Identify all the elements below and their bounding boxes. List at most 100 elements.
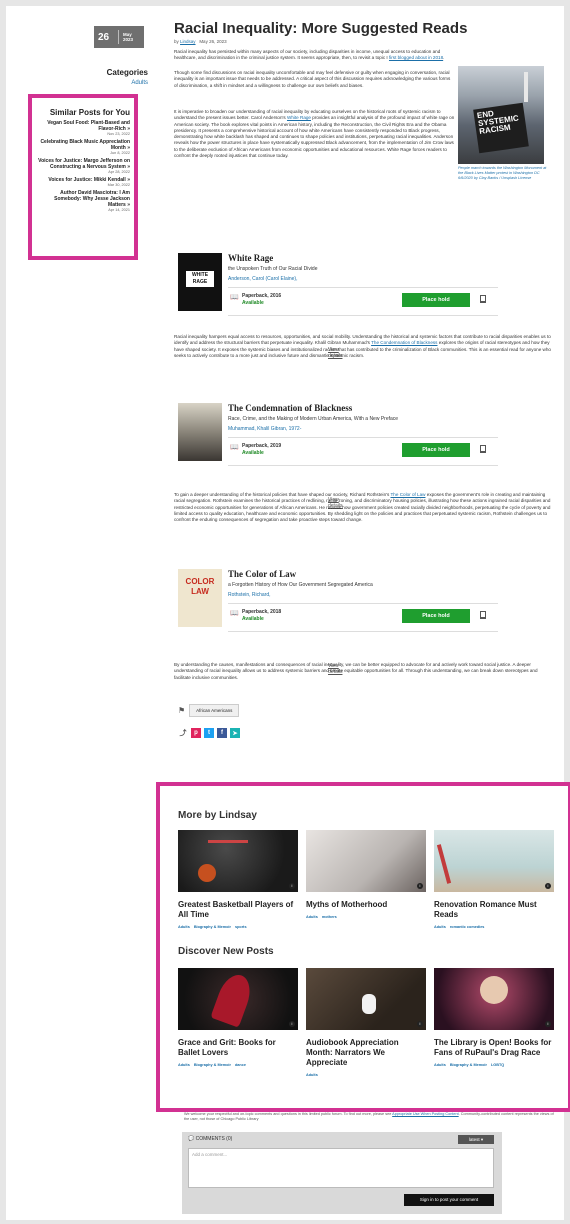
post-card-title: Grace and Grit: Books for Ballet Lovers [178, 1038, 276, 1057]
book-subtitle: Race, Crime, and the Making of Modern Ur… [228, 416, 399, 422]
tag-link[interactable]: Adults [434, 925, 446, 929]
post-title: Racial Inequality: More Suggested Reads [174, 20, 468, 37]
tag-link[interactable]: Adults [306, 1073, 318, 1077]
tag-link[interactable]: sports [235, 925, 247, 929]
post-card[interactable]: i Audiobook Appreciation Month: Narrator… [306, 968, 426, 1077]
pinterest-icon[interactable]: p [191, 728, 201, 738]
cover-title: WHITE RAGE [186, 271, 214, 287]
tag-link[interactable]: Biography & Memoir [450, 1063, 487, 1067]
tag-link[interactable]: romantic comedies [450, 925, 485, 929]
tag-link[interactable]: Adults [434, 1063, 446, 1067]
tag-link[interactable]: LGBTQ [491, 1063, 504, 1067]
discover-heading: Discover New Posts [178, 946, 274, 957]
post-card[interactable]: i Myths of Motherhood Adults mothers [306, 830, 426, 919]
sign-in-button[interactable]: Sign in to post your comment [404, 1194, 494, 1206]
post-card[interactable]: i Renovation Romance Must Reads Adults ro… [434, 830, 554, 929]
dancer-shape [210, 970, 256, 1028]
book-card-color-of-law: COLOR LAW The Color of Law a Forgotten H… [178, 569, 506, 675]
twitter-icon[interactable]: t [204, 728, 214, 738]
tag-link[interactable]: Adults [178, 925, 190, 929]
place-hold-button[interactable]: Place hold [402, 443, 470, 457]
similar-post[interactable]: Voices for Justice: Mikki Kendall » Mar 3… [36, 177, 130, 187]
book-cover[interactable] [178, 403, 222, 461]
post-card-title: Greatest Basketball Players of All Time [178, 900, 294, 919]
first-blogged-link[interactable]: first blogged about in 2018 [389, 55, 443, 60]
bookmark-icon[interactable] [480, 611, 486, 619]
info-icon[interactable]: i [545, 1021, 551, 1027]
tag-african-americans[interactable]: African Americans [189, 704, 240, 717]
place-hold-button[interactable]: Place hold [402, 293, 470, 307]
sort-dropdown[interactable]: latest ▾ [458, 1135, 494, 1144]
hoop-shape [208, 840, 248, 843]
info-icon[interactable]: i [417, 883, 423, 889]
book-format: Paperback, 2018 [242, 609, 282, 615]
share-icon[interactable]: ⤴ [178, 728, 188, 738]
comments-count: 💬 COMMENTS (0) [188, 1136, 233, 1142]
tag-link[interactable]: dance [235, 1063, 246, 1067]
tag-link[interactable]: Adults [306, 915, 318, 919]
facebook-icon[interactable]: f [217, 728, 227, 738]
telegram-icon[interactable]: ➤ [230, 728, 240, 738]
category-link-adults[interactable]: Adults [131, 80, 148, 86]
info-icon[interactable]: i [289, 1021, 295, 1027]
photo-caption[interactable]: People march towards the Washington Monu… [458, 166, 548, 181]
book-icon: 📖 [230, 610, 239, 617]
paragraph-6: By understanding the causes, manifestati… [174, 662, 538, 680]
book-title[interactable]: The Color of Law [228, 569, 296, 579]
similar-post[interactable]: Voices for Justice: Margo Jefferson on C… [36, 158, 130, 174]
similar-posts-heading: Similar Posts for You [49, 108, 130, 117]
tag-link[interactable]: Biography & Memoir [194, 1063, 231, 1067]
performer-shape [480, 976, 508, 1004]
divider [228, 437, 498, 438]
info-icon[interactable]: i [417, 1021, 423, 1027]
monument-shape [524, 72, 528, 102]
more-by-heading: More by Lindsay [178, 810, 257, 821]
info-icon[interactable]: i [545, 883, 551, 889]
similar-post-date: Nov 23, 2022 [107, 132, 130, 136]
book-format: Paperback, 2016 [242, 293, 282, 299]
paragraph-2: Though some find discussions on racial i… [174, 70, 451, 88]
book-author[interactable]: Anderson, Carol (Carol Elaine), [228, 276, 297, 282]
categories-heading: Categories [106, 68, 148, 77]
info-icon[interactable]: i [289, 883, 295, 889]
byline: by Lindsay May 26, 2023 [174, 39, 227, 44]
book-format: Paperback, 2019 [242, 443, 282, 449]
book-author[interactable]: Rothstein, Richard, [228, 592, 271, 598]
book-cover[interactable]: WHITE RAGE [178, 253, 222, 311]
similar-post[interactable]: Celebrating Black Music Appreciation Mon… [36, 139, 130, 155]
availability-status: Available [242, 300, 264, 306]
post-card[interactable]: i Grace and Grit: Books for Ballet Lover… [178, 968, 298, 1067]
post-card[interactable]: i Greatest Basketball Players of All Tim… [178, 830, 298, 929]
bookmark-icon[interactable] [480, 295, 486, 303]
bookmark-icon[interactable] [480, 445, 486, 453]
post-image-motherhood: i [306, 830, 426, 892]
book-author[interactable]: Muhammad, Khalil Gibran, 1972- [228, 426, 301, 432]
post-image-basketball: i [178, 830, 298, 892]
tag-icon: ⚑ [178, 706, 186, 715]
book-icon: 📖 [230, 444, 239, 451]
book-cover[interactable]: COLOR LAW [178, 569, 222, 627]
post-image-audiobook: i [306, 968, 426, 1030]
place-hold-button[interactable]: Place hold [402, 609, 470, 623]
book-title[interactable]: White Rage [228, 253, 273, 263]
comments-note: We welcome your respectful and on-topic … [184, 1112, 554, 1121]
related-posts-panel: More by Lindsay i Greatest Basketball Pl… [156, 782, 570, 1112]
tag-link[interactable]: Biography & Memoir [194, 925, 231, 929]
tags-row: ⚑ African Americans [178, 704, 240, 717]
tag-link[interactable]: mothers [322, 915, 337, 919]
divider [228, 465, 498, 466]
comment-input[interactable]: Add a comment... [188, 1148, 494, 1188]
tag-link[interactable]: Adults [178, 1063, 190, 1067]
cover-title: COLOR LAW [185, 577, 215, 596]
white-rage-link[interactable]: White Rage [287, 115, 311, 120]
similar-post[interactable]: Author David Masciotra: I Am Somebody: W… [36, 190, 130, 212]
appropriate-use-link[interactable]: Appropriate Use When Posting Content [392, 1112, 458, 1116]
post-image-renovation: i [434, 830, 554, 892]
post-card[interactable]: i The Library is Open! Books for Fans of… [434, 968, 554, 1067]
book-title[interactable]: The Condemnation of Blackness [228, 403, 352, 413]
availability: Available View details [242, 450, 342, 509]
condemnation-link[interactable]: The Condemnation of Blackness [371, 340, 437, 345]
similar-post[interactable]: Vegan Soul Food: Plant-Based and Flavor-… [36, 120, 130, 136]
author-link[interactable]: Lindsay [180, 39, 196, 44]
color-of-law-link[interactable]: The Color of Law [391, 492, 426, 497]
